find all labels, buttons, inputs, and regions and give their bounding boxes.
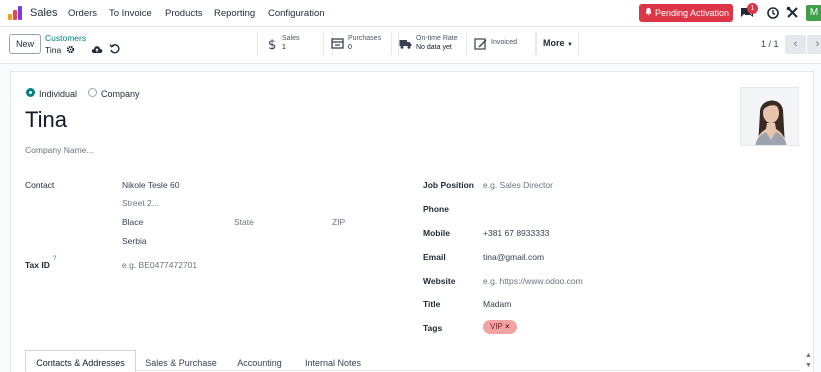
- contact-label: Contact: [25, 180, 55, 190]
- mobile-label: Mobile: [423, 228, 450, 238]
- radio-company-label[interactable]: Company: [101, 89, 140, 99]
- tax-id-help-icon[interactable]: ?: [53, 256, 56, 262]
- tags-label: Tags: [423, 323, 443, 333]
- partner-name-field[interactable]: Tina: [25, 107, 67, 133]
- chat-badge: 1: [747, 3, 758, 14]
- sales-count: 1: [282, 44, 286, 51]
- mobile-field[interactable]: +381 67 8933333: [483, 228, 549, 238]
- tag-vip[interactable]: VIP ×: [483, 320, 517, 334]
- gear-icon[interactable]: [66, 45, 75, 54]
- pager-next-button[interactable]: ›: [807, 35, 821, 54]
- dollar-icon: $: [268, 38, 276, 50]
- user-avatar[interactable]: M: [806, 5, 821, 21]
- street2-field[interactable]: Street 2...: [122, 198, 159, 208]
- pager-value[interactable]: 1 / 1: [761, 39, 779, 49]
- top-navbar: Sales Orders To Invoice Products Reporti…: [0, 0, 821, 27]
- phone-label: Phone: [423, 204, 449, 214]
- tax-id-field[interactable]: e.g. BE0477472701: [122, 260, 197, 270]
- state-field[interactable]: State: [234, 217, 254, 227]
- menu-configuration[interactable]: Configuration: [268, 8, 325, 19]
- zip-field[interactable]: ZIP: [332, 217, 345, 227]
- sales-app-icon[interactable]: [8, 6, 24, 20]
- tag-vip-label: VIP: [490, 322, 503, 331]
- on-time-rate-value: No data yet: [416, 44, 452, 51]
- tab-contacts-addresses[interactable]: Contacts & Addresses: [25, 350, 136, 372]
- portrait-image: [741, 88, 798, 145]
- tax-id-label: Tax ID: [25, 260, 50, 270]
- tab-sales-purchase[interactable]: Sales & Purchase: [136, 350, 226, 372]
- email-field[interactable]: tina@gmail.com: [483, 252, 544, 262]
- cloud-upload-icon[interactable]: [91, 44, 103, 54]
- city-field[interactable]: Blace: [122, 217, 143, 227]
- chevron-left-icon: ‹: [793, 38, 798, 50]
- app-name[interactable]: Sales: [30, 7, 58, 19]
- sales-title: Sales: [282, 35, 300, 42]
- pending-activation-button[interactable]: Pending Activation: [639, 4, 733, 22]
- country-field[interactable]: Serbia: [122, 236, 147, 246]
- on-time-rate-smart-button[interactable]: On-time Rate No data yet: [391, 32, 467, 55]
- tab-internal-notes[interactable]: Internal Notes: [293, 350, 373, 372]
- menu-orders[interactable]: Orders: [68, 8, 97, 19]
- job-position-label: Job Position: [423, 180, 474, 190]
- purchases-icon: [331, 38, 344, 49]
- invoiced-title: Invoiced: [491, 39, 518, 46]
- menu-reporting[interactable]: Reporting: [214, 8, 255, 19]
- control-panel: New Customers Tina $ Sales 1 Purchases 0…: [0, 27, 821, 64]
- radio-individual[interactable]: [26, 88, 35, 97]
- website-field[interactable]: e.g. https://www.odoo.com: [483, 276, 583, 286]
- tools-icon[interactable]: [786, 6, 799, 19]
- breadcrumb-current: Tina: [45, 45, 62, 55]
- bell-icon: [645, 7, 652, 16]
- on-time-rate-title: On-time Rate: [416, 35, 458, 42]
- job-position-field[interactable]: e.g. Sales Director: [483, 180, 553, 190]
- purchases-smart-button[interactable]: Purchases 0: [323, 32, 399, 55]
- menu-to-invoice[interactable]: To Invoice: [109, 8, 152, 19]
- edit-icon: [474, 38, 487, 50]
- street-field[interactable]: Nikole Tesle 60: [122, 180, 180, 190]
- discard-icon[interactable]: [109, 43, 120, 54]
- scroll-down-arrow[interactable]: ▼: [805, 362, 813, 370]
- title-field[interactable]: Madam: [483, 299, 511, 309]
- menu-products[interactable]: Products: [165, 8, 203, 19]
- email-label: Email: [423, 252, 446, 262]
- pending-activation-label: Pending Activation: [655, 8, 730, 18]
- scroll-up-arrow[interactable]: ▲: [805, 352, 813, 360]
- pager-previous-button[interactable]: ‹: [785, 35, 806, 54]
- partner-photo[interactable]: [740, 87, 799, 146]
- website-label: Website: [423, 276, 456, 286]
- radio-individual-label[interactable]: Individual: [39, 89, 77, 99]
- company-name-field[interactable]: Company Name...: [25, 145, 94, 155]
- breadcrumb-customers[interactable]: Customers: [45, 33, 86, 43]
- tab-accounting[interactable]: Accounting: [226, 350, 293, 372]
- sales-smart-button[interactable]: $ Sales 1: [257, 32, 333, 55]
- svg-text:$: $: [268, 38, 276, 50]
- invoiced-smart-button[interactable]: Invoiced: [466, 32, 536, 55]
- new-button[interactable]: New: [9, 34, 41, 54]
- caret-down-icon: ▼: [567, 42, 573, 48]
- radio-company[interactable]: [88, 88, 97, 97]
- clock-icon[interactable]: [767, 7, 779, 19]
- more-dropdown[interactable]: More ▼: [536, 32, 579, 55]
- truck-icon: [399, 40, 412, 49]
- chevron-right-icon: ›: [815, 38, 820, 50]
- tag-remove-icon[interactable]: ×: [505, 322, 510, 331]
- purchases-count: 0: [348, 44, 352, 51]
- purchases-title: Purchases: [348, 35, 382, 42]
- title-label: Title: [423, 299, 441, 309]
- more-label: More: [543, 38, 565, 48]
